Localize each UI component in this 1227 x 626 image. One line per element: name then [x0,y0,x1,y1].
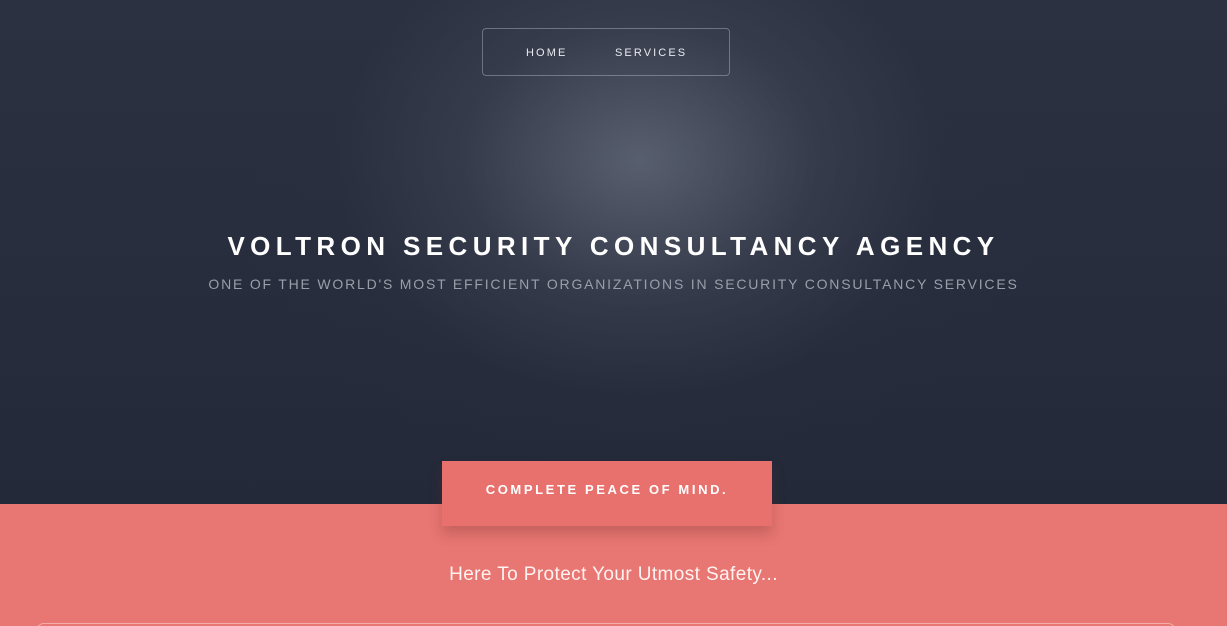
site-subtitle: ONE OF THE WORLD'S MOST EFFICIENT ORGANI… [208,276,1019,292]
tagline-text: COMPLETE PEACE OF MIND. [485,482,729,497]
section-heading: Here To Protect Your Utmost Safety... [449,564,778,585]
nav-link-home[interactable]: HOME [526,46,567,60]
top-navigation: HOME SERVICES [482,28,730,76]
site-title: VOLTRON SECURITY CONSULTANCY AGENCY [227,231,1000,261]
tagline-banner: COMPLETE PEACE OF MIND. [442,461,772,526]
nav-link-services[interactable]: SERVICES [615,46,687,60]
landing-page: HOME SERVICES VOLTRON SECURITY CONSULTAN… [0,0,1227,626]
hero-section: HOME SERVICES VOLTRON SECURITY CONSULTAN… [0,0,1227,504]
